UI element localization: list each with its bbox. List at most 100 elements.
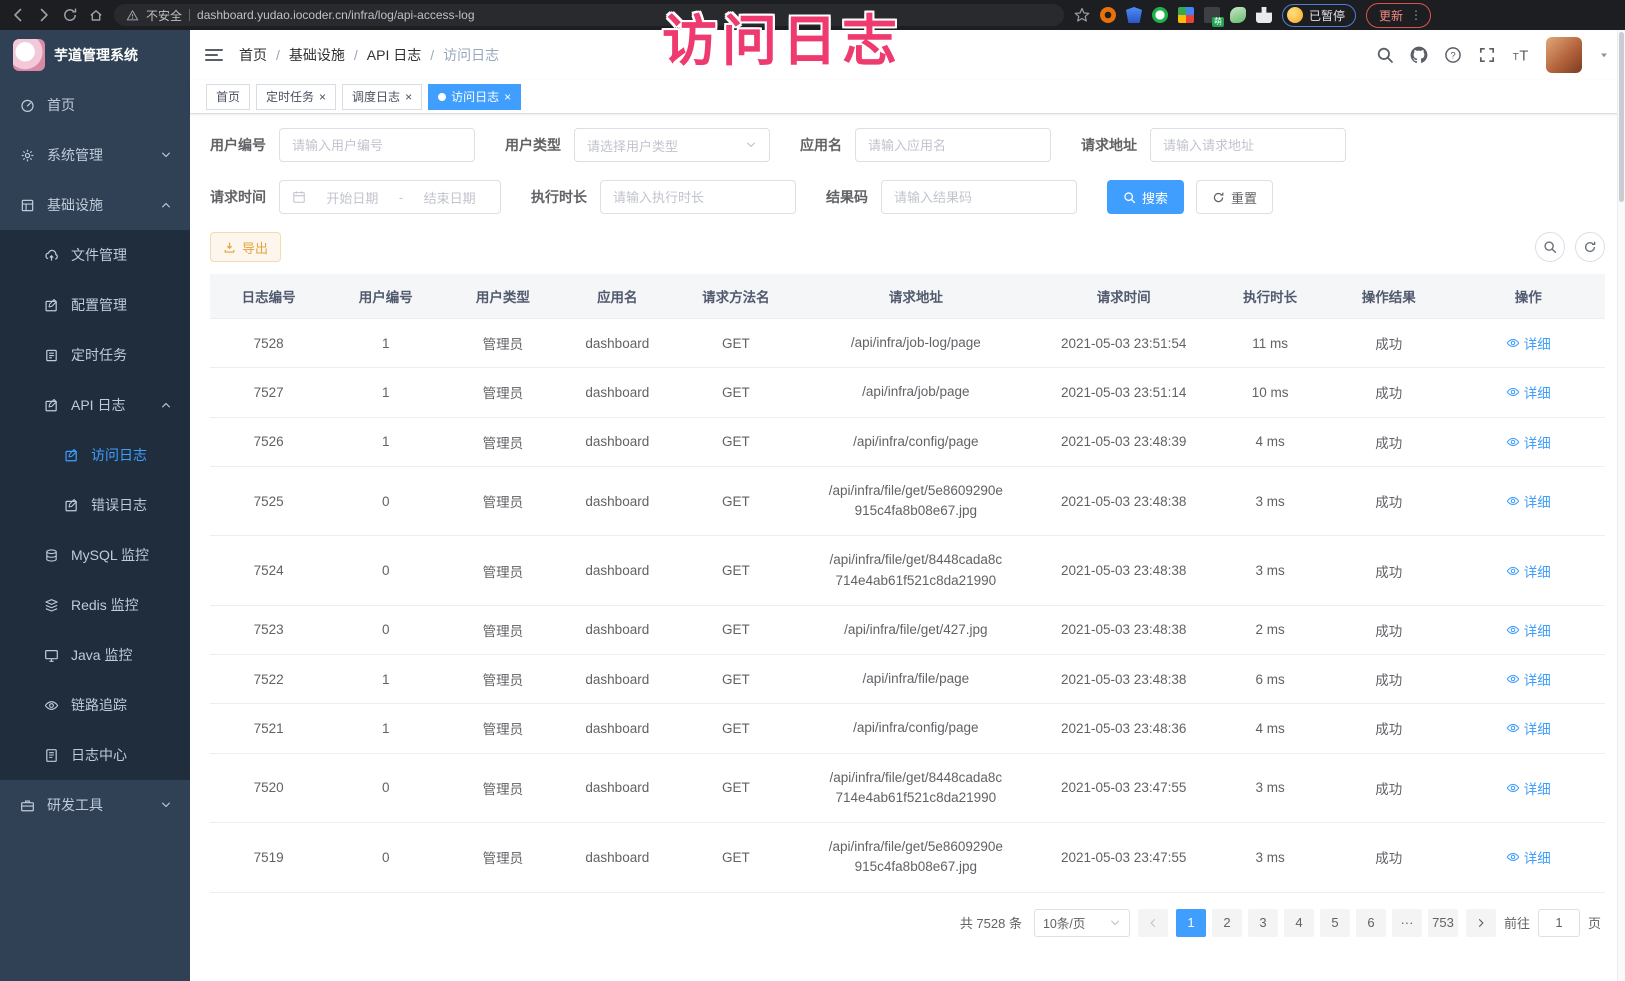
page-tab[interactable]: 定时任务 × (256, 84, 336, 110)
detail-link[interactable]: 详细 (1506, 333, 1551, 353)
detail-link[interactable]: 详细 (1506, 620, 1551, 640)
extension-icon-shield[interactable] (1126, 7, 1142, 23)
detail-link[interactable]: 详细 (1506, 561, 1551, 581)
column-header[interactable]: 请求时间 (1033, 274, 1214, 319)
column-header[interactable]: 操作 (1452, 274, 1606, 319)
sidebar-item[interactable]: API 日志 (0, 380, 190, 430)
sidebar-item[interactable]: MySQL 监控 (0, 530, 190, 580)
export-button[interactable]: 导出 (210, 232, 281, 262)
extension-icon-color-grid[interactable] (1178, 7, 1194, 23)
sidebar-item[interactable]: 错误日志 (0, 480, 190, 530)
extensions-puzzle-icon[interactable] (1256, 7, 1272, 23)
scrollbar-thumb[interactable] (1619, 32, 1624, 202)
page-number-button[interactable]: 5 (1320, 909, 1350, 937)
sidebar-item[interactable]: Java 监控 (0, 630, 190, 680)
close-icon[interactable]: × (504, 91, 511, 103)
extension-icon-orange-ring[interactable] (1100, 7, 1116, 23)
app-logo[interactable]: 芋道管理系统 (0, 30, 190, 80)
close-icon[interactable]: × (319, 91, 326, 103)
detail-link[interactable]: 详细 (1506, 382, 1551, 402)
user-type-select[interactable]: 请选择用户类型 (574, 128, 770, 162)
browser-reload-icon[interactable] (62, 7, 78, 23)
sidebar-item[interactable]: 日志中心 (0, 730, 190, 780)
app-name-input[interactable] (868, 138, 1038, 153)
toggle-search-button[interactable] (1535, 232, 1565, 262)
close-icon[interactable]: × (405, 91, 412, 103)
page-number-button[interactable]: 1 (1176, 909, 1206, 937)
profile-paused-pill[interactable]: 已暂停 (1282, 4, 1356, 27)
fullscreen-icon[interactable] (1478, 46, 1496, 64)
column-header[interactable]: 日志编号 (210, 274, 327, 319)
breadcrumb-item[interactable]: 访问日志 (421, 45, 499, 65)
bookmark-star-icon[interactable] (1074, 7, 1090, 23)
user-avatar[interactable] (1546, 37, 1582, 73)
extension-icon-badged[interactable]: 萌 (1204, 7, 1220, 23)
sidebar-item[interactable]: 访问日志 (0, 430, 190, 480)
page-number-button[interactable]: 4 (1284, 909, 1314, 937)
github-icon[interactable] (1410, 46, 1428, 64)
page-number-button[interactable]: 2 (1212, 909, 1242, 937)
page-size-select[interactable]: 10条/页 (1034, 909, 1130, 937)
browser-menu-icon[interactable]: ⋮ (1410, 8, 1422, 22)
column-header[interactable]: 用户类型 (444, 274, 561, 319)
cell-result: 成功 (1326, 753, 1452, 823)
page-tab[interactable]: 访问日志 × (428, 84, 521, 110)
browser-home-icon[interactable] (88, 7, 104, 23)
prev-page-button[interactable] (1138, 909, 1168, 937)
browser-back-icon[interactable] (10, 7, 26, 23)
refresh-table-button[interactable] (1575, 232, 1605, 262)
detail-link[interactable]: 详细 (1506, 491, 1551, 511)
column-header[interactable]: 用户编号 (327, 274, 444, 319)
sidebar-item[interactable]: 系统管理 (0, 130, 190, 180)
result-code-input[interactable] (894, 190, 1064, 205)
sidebar-item[interactable]: Redis 监控 (0, 580, 190, 630)
font-size-icon[interactable]: TT (1512, 46, 1530, 64)
duration-input[interactable] (613, 190, 783, 205)
page-number-button[interactable]: 753 (1428, 909, 1458, 937)
address-bar[interactable]: 不安全 dashboard.yudao.iocoder.cn/infra/log… (114, 4, 1064, 26)
detail-link[interactable]: 详细 (1506, 718, 1551, 738)
user-id-input[interactable] (292, 138, 462, 153)
search-button[interactable]: 搜索 (1107, 180, 1184, 214)
extension-icon-green-circle[interactable] (1152, 7, 1168, 23)
detail-link[interactable]: 详细 (1506, 847, 1551, 867)
page-tab[interactable]: 首页 (206, 84, 250, 110)
sidebar-toggle-icon[interactable] (205, 49, 223, 61)
date-range-picker[interactable]: 开始日期 - 结束日期 (279, 180, 501, 214)
caret-down-icon[interactable] (1598, 49, 1610, 61)
detail-link[interactable]: 详细 (1506, 669, 1551, 689)
column-header[interactable]: 应用名 (562, 274, 674, 319)
detail-link[interactable]: 详细 (1506, 432, 1551, 452)
column-header[interactable]: 请求方法名 (673, 274, 799, 319)
column-header[interactable]: 操作结果 (1326, 274, 1452, 319)
cell-request-url: /api/infra/job/page (799, 368, 1033, 417)
page-tab[interactable]: 调度日志 × (342, 84, 422, 110)
page-number-button[interactable]: 3 (1248, 909, 1278, 937)
request-url-input[interactable] (1163, 138, 1333, 153)
reset-button[interactable]: 重置 (1196, 180, 1273, 214)
sidebar-item[interactable]: 链路追踪 (0, 680, 190, 730)
sidebar-item[interactable]: 定时任务 (0, 330, 190, 380)
column-header[interactable]: 请求地址 (799, 274, 1033, 319)
sidebar-item[interactable]: 研发工具 (0, 780, 190, 830)
page-scrollbar[interactable] (1617, 30, 1625, 981)
column-header[interactable]: 执行时长 (1214, 274, 1326, 319)
detail-link[interactable]: 详细 (1506, 778, 1551, 798)
page-number-button[interactable]: 6 (1356, 909, 1386, 937)
breadcrumb-item[interactable]: 首页 (239, 45, 267, 65)
next-page-button[interactable] (1466, 909, 1496, 937)
search-icon[interactable] (1376, 46, 1394, 64)
cell-app-name: dashboard (562, 753, 674, 823)
sidebar-item[interactable]: 文件管理 (0, 230, 190, 280)
goto-page-input[interactable] (1538, 909, 1580, 937)
docs-help-icon[interactable]: ? (1444, 46, 1462, 64)
browser-update-button[interactable]: 更新 ⋮ (1366, 3, 1431, 28)
page-number-button[interactable]: ··· (1392, 909, 1422, 937)
sidebar-item[interactable]: 首页 (0, 80, 190, 130)
browser-forward-icon[interactable] (36, 7, 52, 23)
breadcrumb-item[interactable]: API 日志 (345, 45, 421, 65)
sidebar-item[interactable]: 配置管理 (0, 280, 190, 330)
sidebar-item[interactable]: 基础设施 (0, 180, 190, 230)
breadcrumb-item[interactable]: 基础设施 (267, 45, 345, 65)
extension-icon-leaf[interactable] (1230, 7, 1246, 23)
